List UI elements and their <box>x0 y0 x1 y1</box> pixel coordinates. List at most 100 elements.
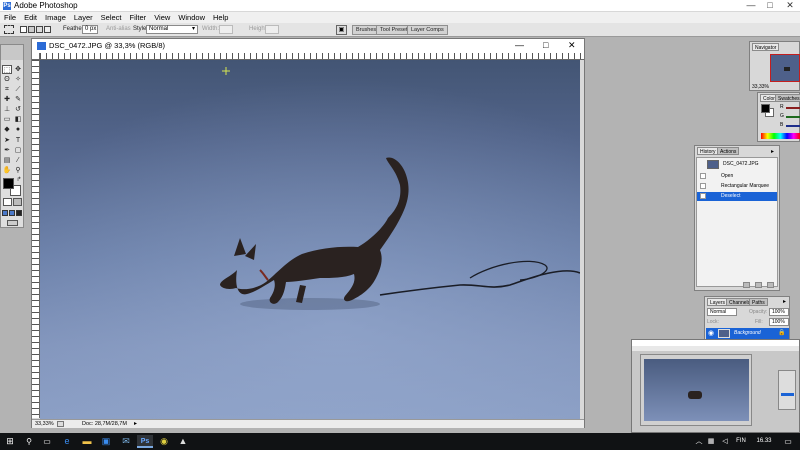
show-hidden-icons-icon[interactable]: ︿ <box>694 435 704 448</box>
screen-mode-full-icon[interactable] <box>16 210 22 216</box>
new-document-from-state-icon[interactable] <box>743 282 750 288</box>
feather-input[interactable]: 0 px <box>82 25 98 34</box>
eye-icon[interactable]: ◉ <box>708 329 714 338</box>
chrome-icon[interactable]: ◉ <box>157 435 171 448</box>
jump-to-imageready-icon[interactable] <box>7 220 18 226</box>
style-select[interactable]: Normal ▾ <box>146 25 198 34</box>
mail-icon[interactable]: ✉ <box>119 435 133 448</box>
vertical-ruler[interactable] <box>32 60 40 418</box>
shape-tool-icon[interactable]: ▢ <box>13 146 23 155</box>
crop-tool-icon[interactable]: ⌗ <box>2 85 12 94</box>
zoom-level[interactable]: 33,33% <box>35 420 54 429</box>
status-icon[interactable] <box>57 421 64 427</box>
tab-layers[interactable]: Layers <box>707 298 729 306</box>
lasso-tool-icon[interactable]: ʘ <box>2 75 12 84</box>
tab-actions[interactable]: Actions <box>717 147 740 155</box>
history-brush-source-icon[interactable] <box>700 183 706 189</box>
dodge-tool-icon[interactable]: ● <box>13 125 23 134</box>
windows-start-icon[interactable]: ⊞ <box>3 435 17 448</box>
photos-icon[interactable]: ▲ <box>176 435 190 448</box>
document-title-bar[interactable]: DSC_0472.JPG @ 33,3% (RGB/8) — □ ✕ <box>32 39 584 53</box>
quick-mask-mode-icon[interactable] <box>13 198 22 206</box>
screen-mode-full-menu-icon[interactable] <box>9 210 15 216</box>
history-item[interactable]: Open <box>697 172 777 181</box>
new-selection-icon[interactable] <box>20 26 27 33</box>
doc-close-button[interactable]: ✕ <box>568 40 576 51</box>
search-icon[interactable]: ⚲ <box>22 435 36 448</box>
eraser-tool-icon[interactable]: ▭ <box>2 115 12 124</box>
menu-select[interactable]: Select <box>97 12 126 23</box>
history-item[interactable]: Rectangular Marquee <box>697 182 777 191</box>
new-snapshot-icon[interactable] <box>755 282 762 288</box>
horizontal-ruler[interactable] <box>40 53 584 60</box>
fill-input[interactable]: 100% <box>769 318 789 326</box>
path-selection-tool-icon[interactable]: ➤ <box>2 136 12 145</box>
close-button[interactable]: ✕ <box>783 0 797 12</box>
marquee-tool-icon[interactable]: ⬚ <box>2 65 12 74</box>
move-tool-icon[interactable]: ✥ <box>13 65 23 74</box>
menu-view[interactable]: View <box>150 12 174 23</box>
intersect-selection-icon[interactable] <box>44 26 51 33</box>
menu-window[interactable]: Window <box>174 12 209 23</box>
type-tool-icon[interactable]: T <box>13 136 23 145</box>
hand-tool-icon[interactable]: ✋ <box>2 166 12 175</box>
history-brush-tool-icon[interactable]: ↺ <box>13 105 23 114</box>
swap-colors-icon[interactable]: ↱ <box>14 176 24 185</box>
image-canvas[interactable] <box>40 60 580 419</box>
layers-menu-icon[interactable]: ▸ <box>783 298 786 305</box>
pen-tool-icon[interactable]: ✒ <box>2 146 12 155</box>
layer-row-background[interactable]: ◉ Background 🔒 <box>706 328 789 339</box>
volume-icon[interactable]: ◁ <box>720 435 730 448</box>
slice-tool-icon[interactable]: ⟋ <box>13 85 23 94</box>
menu-help[interactable]: Help <box>209 12 232 23</box>
zoom-tool-icon[interactable]: ⚲ <box>13 166 23 175</box>
status-menu-arrow-icon[interactable]: ▸ <box>134 420 137 429</box>
navigator-zoom[interactable]: 33,33% <box>752 84 769 90</box>
palette-well-icon[interactable]: ▣ <box>336 25 347 35</box>
navigator-thumbnail[interactable] <box>770 54 800 82</box>
screen-mode-standard-icon[interactable] <box>2 210 8 216</box>
height-input[interactable] <box>265 25 279 34</box>
store-icon[interactable]: ▣ <box>99 435 113 448</box>
doc-maximize-button[interactable]: □ <box>543 40 548 51</box>
tab-paths[interactable]: Paths <box>749 298 768 306</box>
menu-filter[interactable]: Filter <box>126 12 151 23</box>
palette-menu-icon[interactable]: ▸ <box>771 148 774 155</box>
minimize-button[interactable]: — <box>744 0 758 12</box>
subtract-from-selection-icon[interactable] <box>36 26 43 33</box>
tab-navigator[interactable]: Navigator <box>752 43 780 51</box>
edge-browser-icon[interactable]: e <box>60 435 74 448</box>
tab-layer-comps[interactable]: Layer Comps <box>407 25 448 35</box>
add-to-selection-icon[interactable] <box>28 26 35 33</box>
history-brush-source-icon[interactable] <box>700 193 706 199</box>
ruler-corner[interactable] <box>32 53 40 60</box>
maximize-button[interactable]: □ <box>763 0 777 12</box>
clone-stamp-tool-icon[interactable]: ⊥ <box>2 105 12 114</box>
standard-mode-icon[interactable] <box>3 198 12 206</box>
doc-minimize-button[interactable]: — <box>515 40 524 51</box>
healing-brush-tool-icon[interactable]: ✚ <box>2 95 12 104</box>
network-icon[interactable]: ▦ <box>706 435 716 448</box>
blend-mode-select[interactable]: Normal <box>707 308 737 316</box>
channel-b-slider[interactable] <box>786 125 800 127</box>
menu-layer[interactable]: Layer <box>70 12 97 23</box>
magic-wand-tool-icon[interactable]: ✧ <box>13 75 23 84</box>
language-indicator[interactable]: FIN <box>734 435 748 448</box>
menu-edit[interactable]: Edit <box>20 12 41 23</box>
blur-tool-icon[interactable]: ◆ <box>2 125 12 134</box>
tab-swatches[interactable]: Swatches <box>775 94 800 102</box>
channel-g-slider[interactable] <box>786 116 800 118</box>
taskbar-preview-window[interactable] <box>631 339 800 433</box>
clock[interactable]: 16.33 <box>753 435 775 448</box>
antialias-checkbox[interactable]: Anti-alias <box>106 25 131 34</box>
task-view-icon[interactable]: ▭ <box>40 435 54 448</box>
tab-history[interactable]: History <box>697 147 719 155</box>
eyedropper-tool-icon[interactable]: ⁄ <box>13 156 23 165</box>
brush-tool-icon[interactable]: ✎ <box>13 95 23 104</box>
history-item-selected[interactable]: Deselect <box>697 192 777 201</box>
width-input[interactable] <box>219 25 233 34</box>
action-center-icon[interactable]: ▭ <box>782 435 794 448</box>
photoshop-taskbar-icon[interactable]: Ps <box>137 435 153 448</box>
channel-r-slider[interactable] <box>786 107 800 109</box>
menu-image[interactable]: Image <box>41 12 70 23</box>
